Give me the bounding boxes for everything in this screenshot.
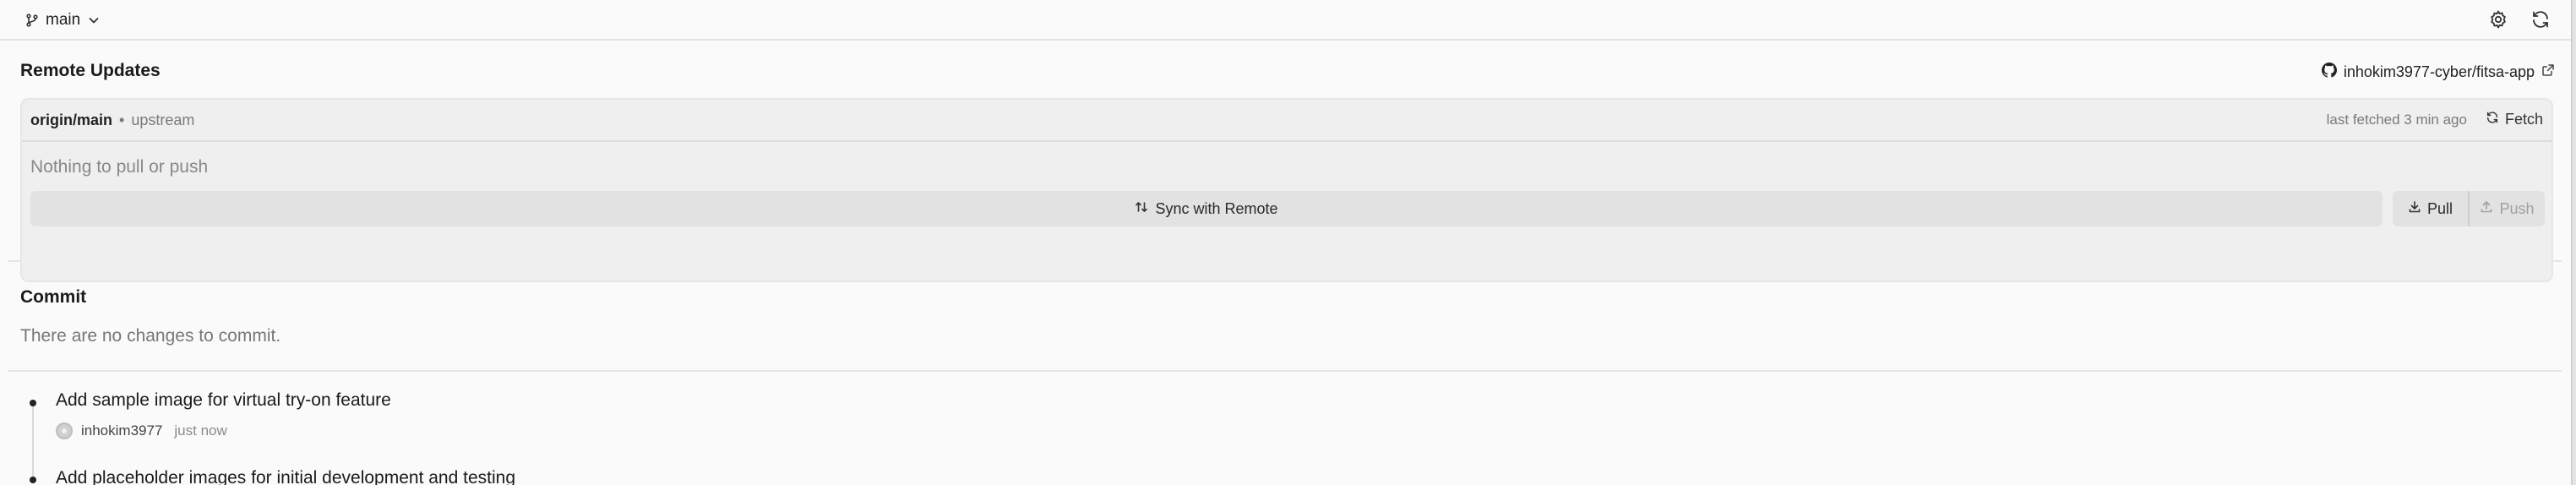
commit-title: Commit xyxy=(20,287,87,307)
external-link-icon xyxy=(2541,63,2555,81)
commit-dot xyxy=(30,477,36,483)
repo-name: inhokim3977-cyber/fitsa-app xyxy=(2343,63,2535,80)
upstream-info: origin/main • upstream xyxy=(30,112,194,129)
branch-selector[interactable]: main xyxy=(25,8,101,32)
git-panel: main Remote Updates inhokim3977-cyber/fi… xyxy=(0,0,2576,485)
chevron-down-icon xyxy=(87,14,101,27)
commit-dot xyxy=(30,400,36,406)
push-button[interactable]: Push xyxy=(2470,191,2545,226)
pull-push-group: Pull Push xyxy=(2393,191,2545,226)
top-bar: main xyxy=(0,0,2571,41)
download-icon xyxy=(2408,200,2421,218)
avatar xyxy=(56,422,73,439)
separator-dot: • xyxy=(119,112,125,128)
fetch-label: Fetch xyxy=(2504,111,2543,128)
upload-icon xyxy=(2480,200,2493,218)
timeline-line xyxy=(32,406,34,482)
pull-label: Pull xyxy=(2426,199,2453,217)
no-changes-text: There are no changes to commit. xyxy=(20,326,281,346)
commit-message: Add placeholder images for initial devel… xyxy=(56,468,516,485)
refresh-button[interactable] xyxy=(2527,8,2554,35)
arrows-up-down-icon xyxy=(1135,200,1148,218)
sync-label: Sync with Remote xyxy=(1155,199,1278,217)
pull-button[interactable]: Pull xyxy=(2393,191,2470,226)
remote-updates-title: Remote Updates xyxy=(20,61,161,80)
repo-link[interactable]: inhokim3977-cyber/fitsa-app xyxy=(2321,63,2555,82)
last-fetched-text: last fetched 3 min ago xyxy=(2326,111,2467,128)
remote-card-header: origin/main • upstream last fetched 3 mi… xyxy=(22,100,2551,142)
upstream-branch: origin/main xyxy=(30,112,113,128)
branch-name: main xyxy=(46,11,81,29)
remote-updates-section: Remote Updates inhokim3977-cyber/fitsa-a… xyxy=(8,41,2562,282)
gear-icon xyxy=(2488,9,2508,34)
commit-meta: inhokim3977 just now xyxy=(56,422,227,439)
fetch-button[interactable]: Fetch xyxy=(2486,111,2543,128)
refresh-icon xyxy=(2486,111,2499,128)
remote-card: origin/main • upstream last fetched 3 mi… xyxy=(20,98,2553,282)
upstream-label: upstream xyxy=(131,112,195,128)
sync-with-remote-button[interactable]: Sync with Remote xyxy=(30,191,2383,226)
commit-time: just now xyxy=(174,422,227,439)
commit-section: Commit There are no changes to commit. xyxy=(8,262,2562,372)
settings-button[interactable] xyxy=(2485,8,2512,35)
push-label: Push xyxy=(2499,199,2535,217)
commit-message: Add sample image for virtual try-on feat… xyxy=(56,390,391,410)
commit-history: Add sample image for virtual try-on feat… xyxy=(8,372,2562,485)
commit-author: inhokim3977 xyxy=(81,422,163,439)
sync-status-text: Nothing to pull or push xyxy=(30,157,209,177)
github-icon xyxy=(2321,63,2337,82)
scrollbar[interactable] xyxy=(2571,0,2576,485)
refresh-icon xyxy=(2530,9,2551,34)
git-branch-icon xyxy=(25,14,39,27)
